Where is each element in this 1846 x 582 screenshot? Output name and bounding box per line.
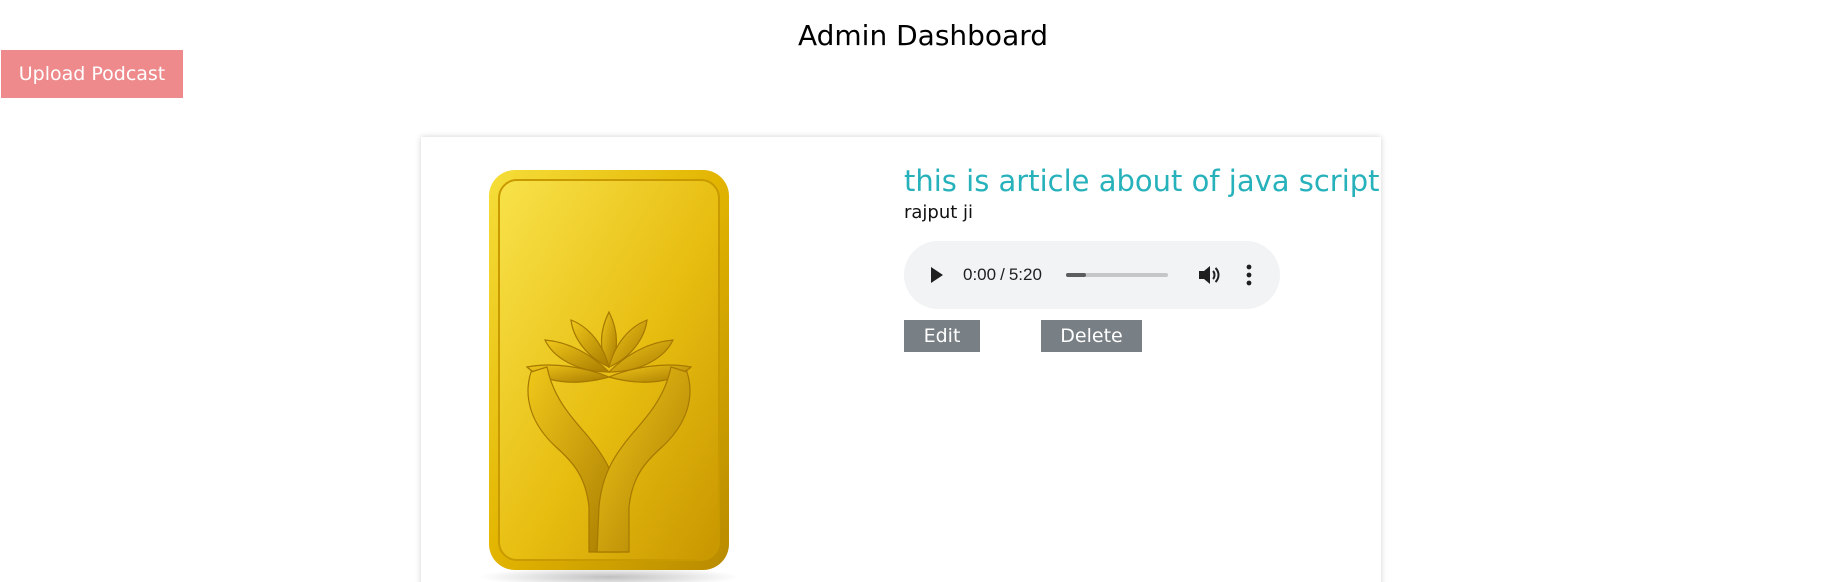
current-time: 0:00 xyxy=(963,265,997,284)
duration: 5:20 xyxy=(1008,265,1042,284)
delete-button[interactable]: Delete xyxy=(1041,320,1142,352)
edit-button[interactable]: Edit xyxy=(904,320,980,352)
audio-player[interactable]: 0:00/5:20 xyxy=(904,241,1280,309)
admin-dashboard-page: Admin Dashboard Upload Podcast this is a… xyxy=(0,0,1846,582)
podcast-title: this is article about of java script xyxy=(904,164,1380,198)
podcast-actions: Edit Delete xyxy=(904,320,1364,352)
volume-icon[interactable] xyxy=(1197,264,1221,286)
time-separator: / xyxy=(1000,265,1005,284)
podcast-card: this is article about of java script raj… xyxy=(421,137,1381,582)
podcast-thumbnail xyxy=(479,170,739,582)
podcast-info: this is article about of java script raj… xyxy=(904,163,1380,352)
page-title: Admin Dashboard xyxy=(797,18,1049,52)
progress-fill xyxy=(1066,273,1087,277)
player-time: 0:00/5:20 xyxy=(963,264,1042,286)
progress-slider[interactable] xyxy=(1066,273,1168,277)
play-icon[interactable] xyxy=(931,267,943,283)
podcast-author: rajput ji xyxy=(904,202,974,223)
upload-podcast-button[interactable]: Upload Podcast xyxy=(1,50,183,98)
more-vertical-icon[interactable] xyxy=(1246,264,1252,286)
